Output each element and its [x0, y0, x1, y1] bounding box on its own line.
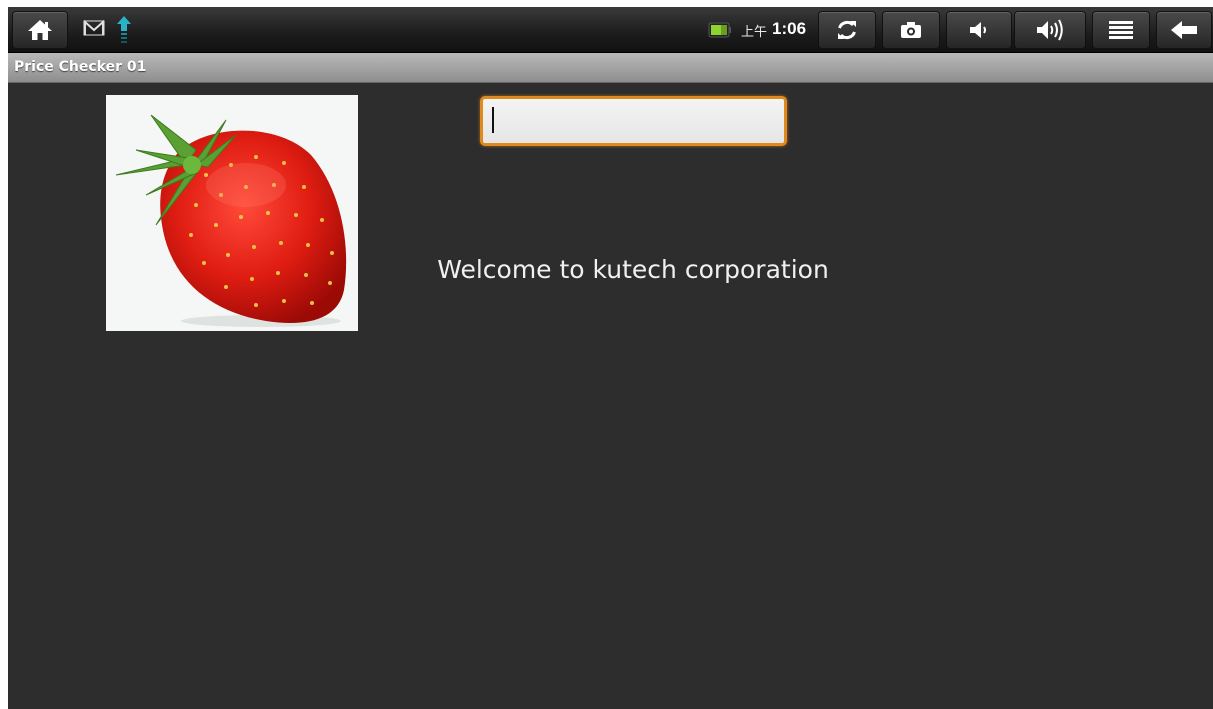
product-image [106, 95, 358, 331]
volume-down-button[interactable] [946, 11, 1012, 49]
menu-icon [1109, 21, 1133, 39]
battery-icon [708, 22, 731, 38]
gmail-icon[interactable] [83, 19, 105, 37]
barcode-input[interactable] [480, 96, 787, 146]
upload-icon[interactable] [116, 15, 132, 45]
sync-icon [838, 20, 856, 40]
menu-button[interactable] [1092, 11, 1150, 49]
screenshot-button[interactable] [882, 11, 940, 49]
volume-up-button[interactable] [1014, 11, 1086, 49]
home-button[interactable] [12, 11, 68, 49]
app-title-bar: Price Checker 01 [8, 53, 1213, 83]
screenshot-icon [901, 22, 921, 38]
text-cursor [492, 107, 494, 133]
device-screen: 上午 1:06 Price Checker 01 Welcome to kute… [8, 7, 1213, 709]
volume-up-icon [1037, 19, 1063, 41]
home-icon [28, 20, 52, 40]
strawberry-image [115, 114, 347, 327]
app-title: Price Checker 01 [14, 59, 147, 75]
clock: 1:06 [772, 19, 807, 38]
clock-ampm: 上午 [741, 25, 768, 40]
status-bar: 上午 1:06 [8, 7, 1213, 53]
welcome-message: Welcome to kutech corporation [437, 255, 829, 284]
back-button[interactable] [1156, 11, 1212, 49]
sync-button[interactable] [818, 11, 876, 49]
volume-down-icon [970, 22, 986, 38]
back-icon [1171, 21, 1197, 39]
